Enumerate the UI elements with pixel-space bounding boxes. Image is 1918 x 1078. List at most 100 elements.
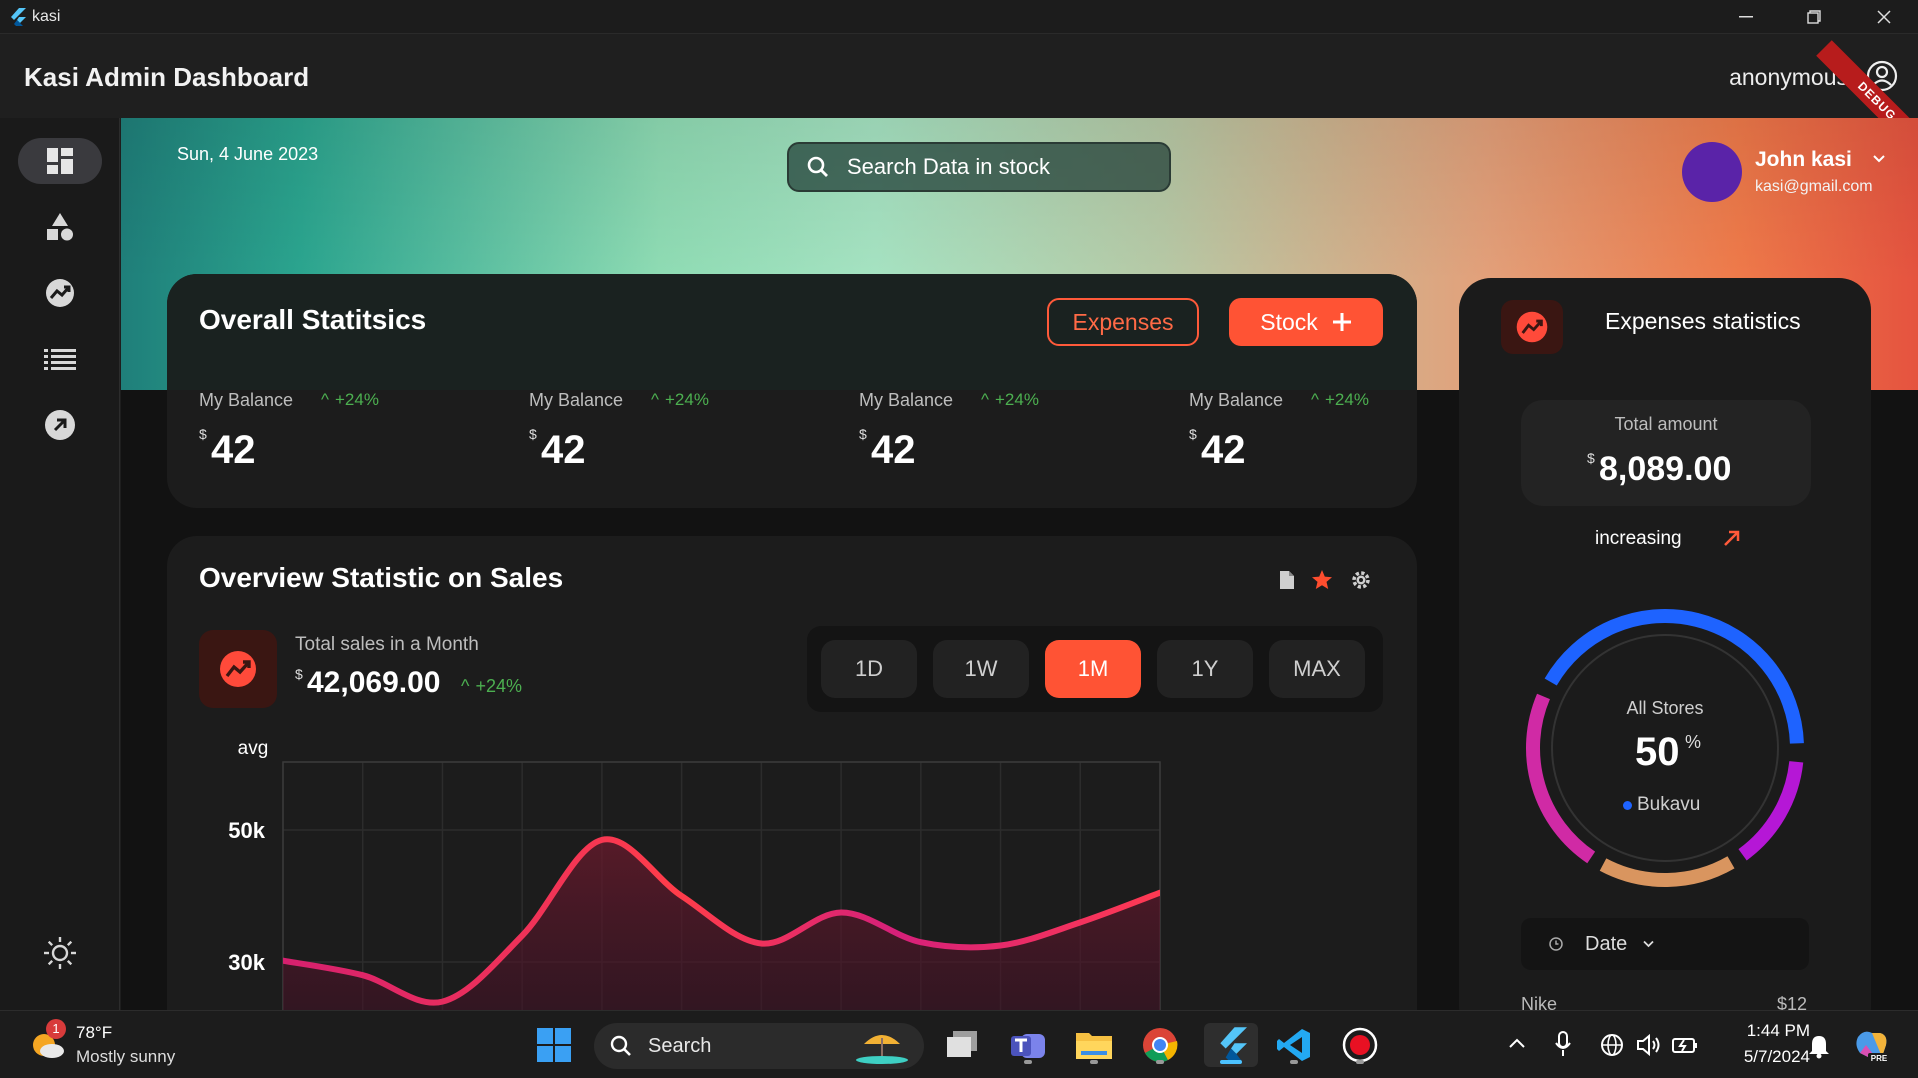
gear-icon[interactable] [1351,570,1371,590]
sales-overview-card: Overview Statistic on Sales Total sales … [167,536,1417,1010]
flutter-logo-icon [1215,1027,1247,1063]
taskbar-search-label: Search [648,1034,712,1057]
total-sales-label: Total sales in a Month [295,634,479,655]
search-input[interactable]: Search Data in stock [787,142,1171,192]
microphone-icon[interactable] [1554,1031,1572,1057]
flutter-app-button[interactable] [1204,1023,1258,1067]
add-stock-button[interactable]: Stock [1229,298,1383,346]
theme-toggle-button[interactable] [18,930,102,976]
document-icon[interactable] [1279,570,1295,590]
total-amount-box: Total amount $ 8,089.00 [1521,400,1811,506]
gauge-store: Bukavu [1637,794,1701,815]
gauge-segment-magenta [1526,693,1596,864]
close-button[interactable] [1850,0,1918,34]
sidebar-item-dashboard[interactable] [18,138,102,184]
expense-item-name: Nike [1521,994,1558,1010]
chevron-up-icon[interactable] [1508,1037,1526,1049]
balance-item: My Balance ^ +24% $ 42 [529,390,849,490]
taskbar-search[interactable]: Search [594,1023,924,1069]
sidebar-item-shapes[interactable] [18,204,102,250]
currency-symbol: $ [1189,426,1197,442]
profile-avatar[interactable] [1682,142,1742,202]
range-button-1m[interactable]: 1M [1045,640,1141,698]
restore-button[interactable] [1780,0,1848,34]
windows-taskbar: 1 78°F Mostly sunny Search 1:44 PM 5/7/2… [0,1010,1918,1078]
window-app-name: kasi [32,8,61,25]
network-icon[interactable] [1600,1033,1624,1057]
sun-icon [43,936,77,970]
balance-change: ^ +24% [1311,390,1369,409]
arrow-up-icon: ^ [321,390,329,409]
minimize-button[interactable] [1712,0,1780,34]
window-titlebar: kasi [0,0,1918,34]
volume-icon[interactable] [1636,1033,1662,1057]
arrow-up-icon: ^ [1311,390,1319,409]
overall-statistics-card: Overall Statitsics Expenses Stock My Bal… [167,274,1417,508]
balance-label: My Balance [199,390,294,410]
sidebar-item-transfer[interactable] [18,402,102,448]
copilot-icon[interactable]: PRE [1854,1027,1890,1063]
weather-badge: 1 [46,1019,66,1039]
plus-icon [1332,312,1352,332]
clock-icon [1549,937,1563,951]
gauge-label: All Stores [1626,698,1704,718]
start-button[interactable] [532,1023,576,1067]
range-button-1d[interactable]: 1D [821,640,917,698]
balance-value: 42 [1201,428,1246,472]
overall-statistics-title: Overall Statitsics [199,304,427,335]
trend-chart-icon [44,277,76,309]
profile-name[interactable]: John kasi [1755,148,1852,172]
battery-icon[interactable] [1672,1035,1698,1055]
currency-symbol: $ [529,426,537,442]
chevron-down-icon[interactable] [1873,154,1885,164]
balance-item: My Balance ^ +24% $ 42 [859,390,1179,490]
date-dropdown[interactable]: Date [1521,918,1809,970]
windows-logo-icon [537,1028,571,1062]
expense-item-amount: $12 [1777,994,1808,1010]
balance-change: ^ +24% [651,390,709,409]
trend-chart-icon [1515,310,1549,344]
balance-value: 42 [871,428,916,472]
range-button-1y[interactable]: 1Y [1157,640,1253,698]
clock-date[interactable]: 5/7/2024 [1720,1047,1810,1067]
vscode-button[interactable] [1272,1023,1316,1067]
trend-chart-icon [218,649,258,689]
search-placeholder: Search Data in stock [847,154,1050,179]
star-icon[interactable] [1311,569,1333,591]
currency-symbol: $ [199,426,207,442]
balance-change: ^ +24% [981,390,1039,409]
date-dropdown-label: Date [1585,932,1628,955]
total-amount-label: Total amount [1614,414,1718,434]
expenses-statistics-title: Expenses statistics [1605,308,1801,334]
balance-label: My Balance [529,390,624,410]
sidebar-item-list[interactable] [18,336,102,382]
gauge-segment-purple [1738,760,1804,861]
arrow-up-icon: ^ [651,390,659,409]
sidebar-item-analytics[interactable] [18,270,102,316]
current-date: Sun, 4 June 2023 [177,144,319,164]
chrome-button[interactable] [1138,1023,1182,1067]
balance-label: My Balance [1189,390,1284,410]
currency-symbol: $ [1587,450,1595,466]
expenses-button[interactable]: Expenses [1047,298,1199,346]
shapes-icon [44,211,76,243]
chrome-icon [1142,1027,1178,1063]
main-content: Sun, 4 June 2023 Search Data in stock Jo… [121,118,1918,1010]
task-view-button[interactable] [940,1023,984,1067]
sales-icon-box [199,630,277,708]
arrow-up-icon: ^ [461,676,470,696]
search-icon [610,1035,632,1057]
recorder-button[interactable] [1338,1023,1382,1067]
app-header: Kasi Admin Dashboard anonymous DEBUG [0,34,1918,162]
search-icon [807,156,829,178]
range-button-max[interactable]: MAX [1269,640,1365,698]
profile-email: kasi@gmail.com [1755,178,1873,195]
range-button-1w[interactable]: 1W [933,640,1029,698]
vscode-icon [1276,1027,1312,1063]
clock-time[interactable]: 1:44 PM [1720,1021,1810,1041]
total-amount-value: 8,089.00 [1599,450,1732,488]
notification-bell-icon[interactable] [1808,1033,1830,1059]
legend-dot [1623,801,1632,810]
teams-button[interactable] [1006,1023,1050,1067]
file-explorer-button[interactable] [1072,1023,1116,1067]
